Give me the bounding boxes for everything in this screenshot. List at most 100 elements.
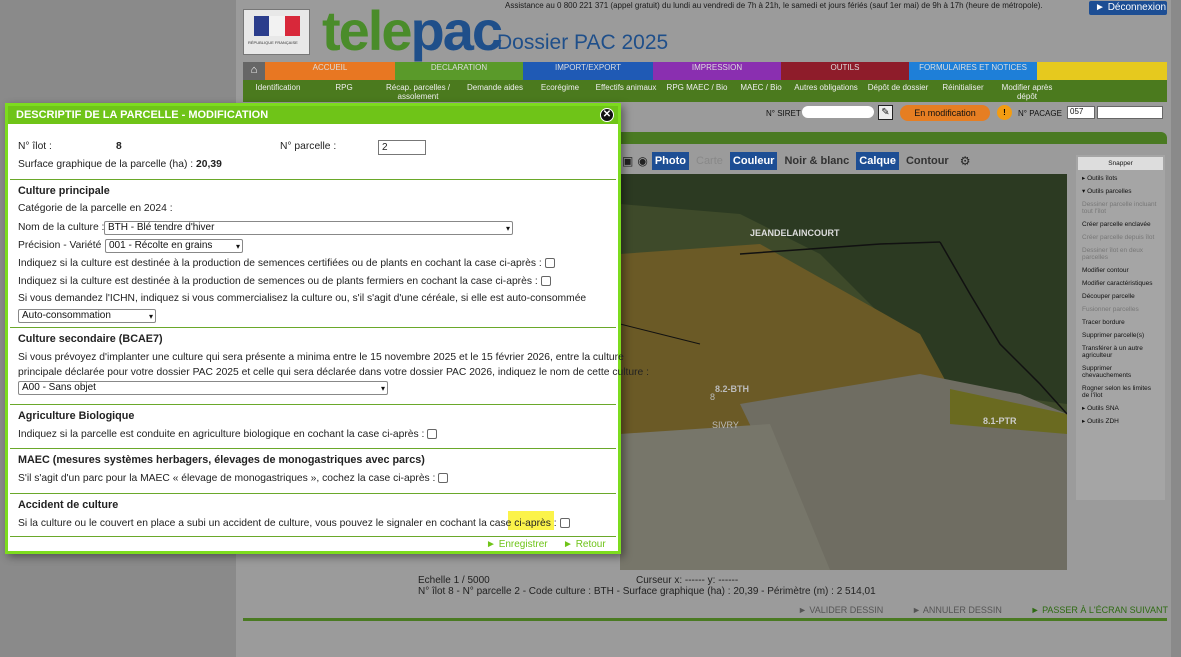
side-item[interactable]: Fusionner parcelles [1076,303,1165,316]
noir-blanc-button[interactable]: Noir & blanc [781,152,852,170]
precision-select[interactable]: 001 - Récolte en grains ▾ [105,239,243,253]
couleur-button[interactable]: Couleur [729,152,778,170]
valider-dessin-button[interactable]: ► VALIDER DESSIN [798,605,883,619]
semences-certifiees-checkbox[interactable] [544,258,555,268]
separator [10,536,616,537]
siret-bar: N° SIRET ✎ En modification ! N° PACAGE 0… [620,104,1167,124]
side-item[interactable]: Créer parcelle enclavée [1076,218,1165,231]
semences-fermieres-checkbox[interactable] [540,276,551,286]
subnav-item[interactable]: RPG MAEC / Bio [661,80,733,102]
edit-icon[interactable]: ✎ [878,105,893,120]
nav-tab-formulaires[interactable]: FORMULAIRES ET NOTICES [909,62,1037,80]
bottom-actions: ► VALIDER DESSIN ► ANNULER DESSIN ► PASS… [798,605,1168,619]
nav-tab-accueil[interactable]: ACCUEIL [265,62,395,80]
side-item[interactable]: Modifier contour [1076,264,1165,277]
side-item[interactable]: Modifier caractéristiques [1076,277,1165,290]
subnav-item[interactable]: Ecorégime [529,80,591,102]
separator [10,327,616,328]
chevron-down-icon: ▾ [148,312,153,321]
section-bar [620,132,1167,144]
close-icon[interactable]: ✕ [600,108,614,122]
side-item[interactable]: Dessiner parcelle incluant tout l'îlot [1076,198,1165,218]
suivant-button[interactable]: ► PASSER À L'ÉCRAN SUIVANT [1031,605,1168,619]
precision-label: Précision - Variété : [18,240,108,251]
nav-tab-declaration[interactable]: DECLARATION [395,62,523,80]
nav-tab-outils[interactable]: OUTILS [781,62,909,80]
subnav-item[interactable]: MAEC / Bio [733,80,789,102]
subnav-item[interactable]: Effectifs animaux [591,80,661,102]
side-item[interactable]: Transférer à un autre agriculteur [1076,342,1165,362]
side-item[interactable]: ▸ Outils ZDH [1076,415,1165,428]
photo-button[interactable]: Photo [651,152,689,170]
map-view[interactable]: JEANDELAINCOURT 8.2-BTH 8 SIVRY 8.1-PTR [620,174,1067,570]
retour-button[interactable]: ► Retour [563,539,606,550]
culture-secondaire-select[interactable]: A00 - Sans objet ▾ [18,381,388,395]
logout-button[interactable]: ► Déconnexion [1089,1,1167,15]
semences-fermieres-row: Indiquez si la culture est destinée à la… [18,276,551,287]
subnav-item[interactable]: Dépôt de dossier [863,80,933,102]
section-culture-principale: Culture principale [18,185,110,197]
map-label-sivry: SIVRY [712,420,739,430]
siret-redacted [802,106,874,118]
side-item[interactable]: Découper parcelle [1076,290,1165,303]
logout-label: Déconnexion [1107,2,1167,13]
map-info: Echelle 1 / 5000 Curseur x: ------ y: --… [418,575,1078,603]
side-item[interactable]: Dessiner îlot en deux parcelles [1076,244,1165,264]
side-item[interactable]: ▾ Outils parcelles [1076,185,1165,198]
separator [10,448,616,449]
nom-culture-label: Nom de la culture : [18,222,105,233]
maec-checkbox[interactable] [438,473,449,483]
surface-row: Surface graphique de la parcelle (ha) : … [18,159,222,170]
side-item[interactable]: Supprimer parcelle(s) [1076,329,1165,342]
side-item[interactable]: ▸ Outils SNA [1076,402,1165,415]
accident-checkbox[interactable] [559,518,570,528]
side-item[interactable]: Créer parcelle depuis îlot [1076,231,1165,244]
pacage-field-2[interactable] [1097,106,1163,119]
section-accident: Accident de culture [18,499,119,511]
side-item[interactable]: Rogner selon les limites de l'îlot [1076,382,1165,402]
pacage-field[interactable]: 057 [1067,106,1095,119]
subnav-item[interactable]: RPG [313,80,375,102]
subnav-item[interactable]: Autres obligations [789,80,863,102]
side-item[interactable]: ▸ Outils îlots [1076,172,1165,185]
settings-icon[interactable]: ⚙ [960,154,971,168]
globe-icon[interactable]: ◉ [637,154,647,168]
ichn-select[interactable]: Auto-consommation ▾ [18,309,156,323]
home-icon[interactable]: ⌂ [243,62,265,80]
culture-secondaire-text-2: principale déclarée pour votre dossier P… [18,367,649,378]
siret-label: N° SIRET [766,109,801,118]
contour-button[interactable]: Contour [903,152,952,170]
nav-tab-import-export[interactable]: IMPORT/EXPORT [523,62,653,80]
bio-checkbox[interactable] [427,429,438,439]
cursor-text: Curseur x: ------ y: ------ [636,575,739,586]
separator [10,179,616,180]
enregistrer-button[interactable]: ► Enregistrer [486,539,548,550]
section-culture-secondaire: Culture secondaire (BCAE7) [18,333,163,345]
main-navigation: ⌂ ACCUEIL DECLARATION IMPORT/EXPORT IMPR… [243,62,1167,80]
calque-button[interactable]: Calque [856,152,899,170]
parcelle-input[interactable]: 2 [378,140,426,155]
subnav-item[interactable]: Demande aides [461,80,529,102]
subnav-item[interactable]: Modifier après dépôt [993,80,1061,102]
modal-title-text: DESCRIPTIF DE LA PARCELLE - MODIFICATION [16,109,269,121]
accident-row: Si la culture ou le couvert en place a s… [18,518,570,529]
warning-icon: ! [997,105,1012,120]
bio-row: Indiquez si la parcelle est conduite en … [18,429,438,440]
pacage-label: N° PACAGE [1018,109,1062,118]
carte-button[interactable]: Carte [693,152,726,170]
republique-logo: RÉPUBLIQUE FRANÇAISE [243,9,310,55]
side-item[interactable]: Supprimer chevauchements [1076,362,1165,382]
side-item[interactable]: Snapper [1078,157,1163,170]
nav-tab-impression[interactable]: IMPRESSION [653,62,781,80]
print-icon[interactable]: ▣ [622,154,633,168]
map-label-ilot: 8 [710,392,716,402]
annuler-dessin-button[interactable]: ► ANNULER DESSIN [912,605,1002,619]
nav-tab-extra[interactable] [1037,62,1167,80]
map-label-commune: JEANDELAINCOURT [750,228,840,238]
subnav-item[interactable]: Identification [243,80,313,102]
culture-select[interactable]: BTH - Blé tendre d'hiver ▾ [104,221,513,235]
subnav-item[interactable]: Réinitialiser [933,80,993,102]
culture-secondaire-text-1: Si vous prévoyez d'implanter une culture… [18,352,624,363]
subnav-item[interactable]: Récap. parcelles / assolement [375,80,461,102]
side-item[interactable]: Tracer bordure [1076,316,1165,329]
